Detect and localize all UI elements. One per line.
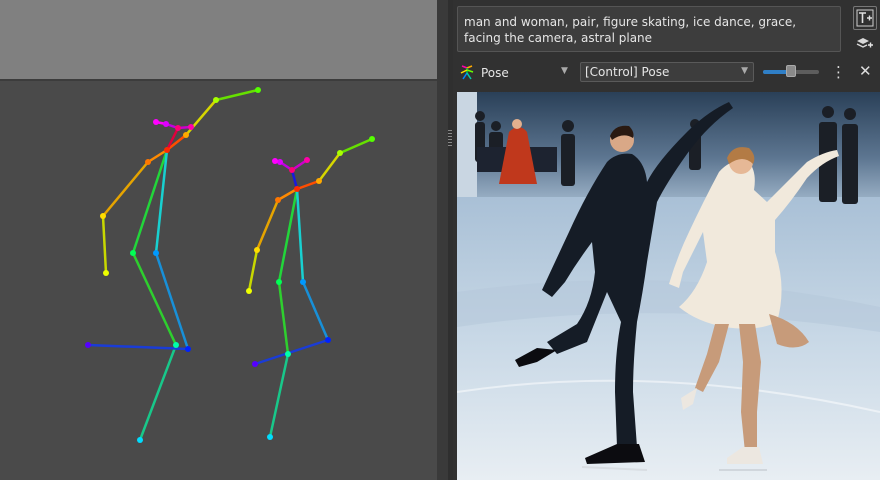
strength-slider-handle[interactable] bbox=[786, 65, 796, 77]
vertical-dots-icon[interactable]: ⋮ bbox=[831, 63, 846, 81]
control-layer-select[interactable]: [Control] Pose ▼ bbox=[580, 62, 754, 82]
chevron-down-icon[interactable]: ▼ bbox=[561, 66, 568, 76]
canvas-area[interactable] bbox=[0, 0, 437, 480]
add-layer-icon bbox=[856, 38, 873, 48]
splitter-bar bbox=[437, 0, 448, 480]
generated-image-preview[interactable] bbox=[457, 92, 880, 480]
control-layer-row: Pose ▼ [Control] Pose ▼ ⋮ ✕ bbox=[453, 60, 880, 86]
control-layer-selected: [Control] Pose bbox=[585, 65, 670, 79]
ai-generation-docker: man and woman, pair, figure skating, ice… bbox=[453, 0, 880, 480]
pose-keypoints-right bbox=[246, 136, 375, 440]
add-layer-button[interactable] bbox=[853, 32, 875, 54]
pose-stickman-icon bbox=[460, 65, 474, 80]
add-text-icon bbox=[856, 9, 874, 27]
strength-slider[interactable] bbox=[763, 65, 819, 77]
prompt-input[interactable]: man and woman, pair, figure skating, ice… bbox=[457, 6, 841, 52]
pose-skeleton-right bbox=[247, 137, 374, 439]
chevron-down-icon: ▼ bbox=[741, 66, 748, 76]
add-text-button[interactable] bbox=[853, 6, 877, 30]
pose-skeleton-left bbox=[86, 88, 260, 442]
pose-skeletons[interactable] bbox=[0, 0, 437, 480]
close-icon[interactable]: ✕ bbox=[859, 62, 872, 80]
control-type-label[interactable]: Pose bbox=[481, 66, 509, 80]
splitter-grip-icon[interactable] bbox=[448, 130, 452, 146]
figure-skating-image bbox=[457, 92, 880, 480]
panel-splitter[interactable] bbox=[437, 0, 453, 480]
